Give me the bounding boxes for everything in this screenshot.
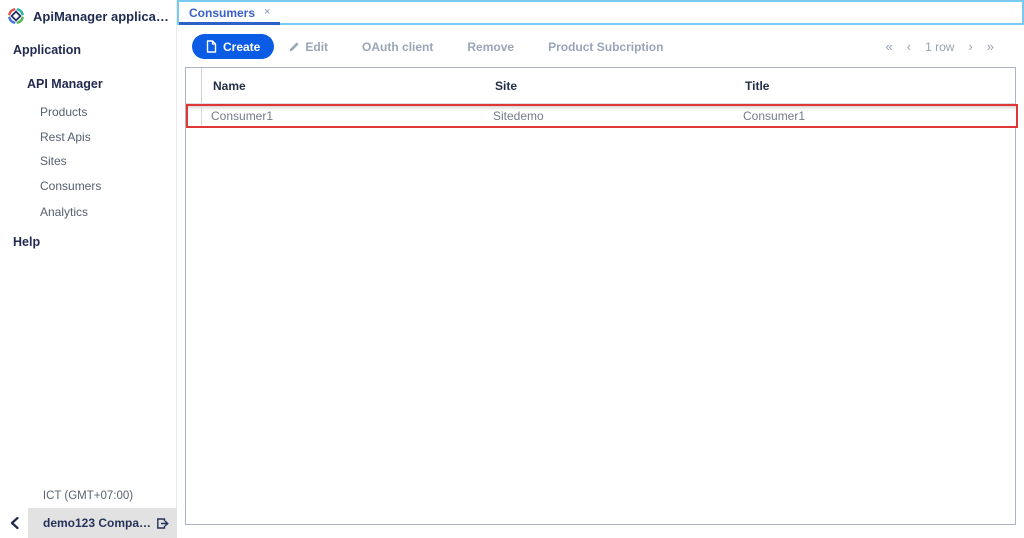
company-label: demo123 Compa… <box>38 516 156 530</box>
sidebar-item-sites[interactable]: Sites <box>40 154 67 168</box>
sidebar-section-application[interactable]: Application <box>13 43 81 57</box>
row-selector-cell <box>188 106 202 126</box>
sidebar-collapse-button[interactable] <box>0 508 28 538</box>
sidebar-item-rest-apis[interactable]: Rest Apis <box>40 130 91 144</box>
pencil-icon <box>288 41 300 53</box>
sidebar-item-analytics[interactable]: Analytics <box>40 205 88 219</box>
app-header[interactable]: ApiManager applicati… <box>0 0 176 32</box>
product-subscription-button-label: Product Subcription <box>548 40 663 54</box>
main-area: Consumers × Create Edit <box>177 0 1024 538</box>
prev-page-icon[interactable]: ‹ <box>907 39 911 54</box>
chevron-left-icon <box>10 517 19 529</box>
consumers-table: Name Site Title Consumer1 Sitedemo Consu… <box>185 67 1016 525</box>
operator-menu[interactable]: demo123 Compa… <box>28 508 177 538</box>
product-subscription-button[interactable]: Product Subcription <box>548 40 663 54</box>
tab-bar: Consumers × <box>177 0 1024 25</box>
first-page-icon[interactable]: « <box>886 39 893 54</box>
column-header-name[interactable]: Name <box>202 68 484 103</box>
tab-consumers-label: Consumers <box>189 6 255 20</box>
edit-button-label: Edit <box>305 40 328 54</box>
toolbar: Create Edit OAuth client Remove Product … <box>177 25 1024 68</box>
app-logo-icon <box>6 6 26 26</box>
last-page-icon[interactable]: » <box>987 39 994 54</box>
column-header-site[interactable]: Site <box>484 68 734 103</box>
row-count-label: 1 row <box>925 40 954 54</box>
create-button[interactable]: Create <box>192 34 274 59</box>
oauth-client-button[interactable]: OAuth client <box>362 40 433 54</box>
toolbar-disabled-actions: Edit OAuth client Remove Product Subcrip… <box>288 40 663 54</box>
sidebar-group-api-manager[interactable]: API Manager <box>27 77 103 91</box>
sidebar: ApiManager applicati… Application API Ma… <box>0 0 177 538</box>
column-header-title[interactable]: Title <box>734 68 1015 103</box>
cell-title: Consumer1 <box>732 106 1016 126</box>
cell-site: Sitedemo <box>482 106 732 126</box>
sidebar-item-products[interactable]: Products <box>40 105 87 119</box>
document-icon <box>206 40 217 53</box>
logout-icon[interactable] <box>156 517 169 530</box>
remove-button[interactable]: Remove <box>467 40 514 54</box>
app-title: ApiManager applicati… <box>33 9 170 24</box>
pagination: « ‹ 1 row › » <box>886 39 995 54</box>
tab-consumers[interactable]: Consumers × <box>179 2 280 23</box>
edit-button[interactable]: Edit <box>288 40 328 54</box>
table-header-row: Name Site Title <box>186 68 1015 104</box>
timezone-label: ICT (GMT+07:00) <box>0 490 176 502</box>
sidebar-footer: demo123 Compa… <box>0 508 177 538</box>
cell-name: Consumer1 <box>202 106 482 126</box>
sidebar-section-help[interactable]: Help <box>13 235 40 249</box>
next-page-icon[interactable]: › <box>968 39 972 54</box>
tab-close-icon[interactable]: × <box>264 7 270 18</box>
row-selector-column-header <box>186 68 202 103</box>
sidebar-item-consumers[interactable]: Consumers <box>40 179 101 193</box>
oauth-client-button-label: OAuth client <box>362 40 433 54</box>
remove-button-label: Remove <box>467 40 514 54</box>
create-button-label: Create <box>223 40 260 54</box>
table-row-consumer1[interactable]: Consumer1 Sitedemo Consumer1 <box>186 104 1018 128</box>
